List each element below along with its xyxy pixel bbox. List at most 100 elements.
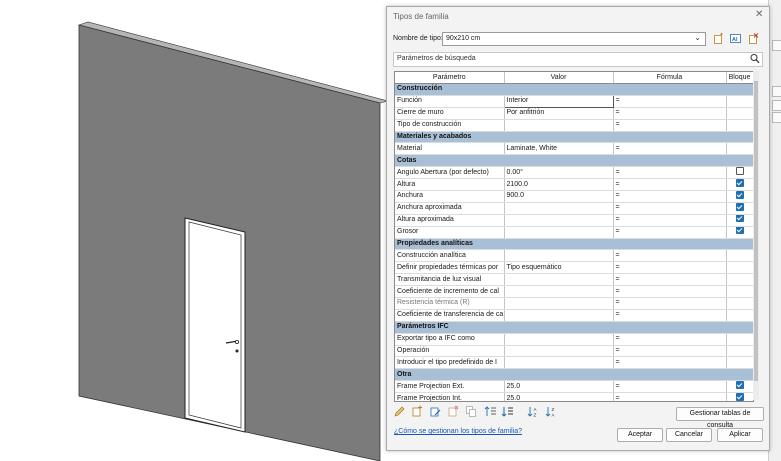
parameter-value-cell[interactable]: 2100.0 [504, 178, 614, 192]
rename-type-icon[interactable]: AI [730, 33, 741, 44]
column-header-formula[interactable]: Fórmula [613, 72, 727, 84]
new-type-icon[interactable] [713, 33, 724, 44]
table-scrollbar[interactable] [753, 71, 759, 400]
parameter-row[interactable]: Angulo Abertura (por defecto) 0.00° = [395, 166, 753, 180]
parameter-value-cell[interactable]: 0.00° [504, 166, 614, 180]
group-header-row[interactable]: Cotas [395, 154, 753, 168]
parameter-value-cell[interactable]: 25.0 [504, 380, 614, 394]
lock-checkbox[interactable] [735, 226, 744, 235]
parameter-value-cell[interactable] [504, 273, 614, 287]
side-tool-icon[interactable] [772, 40, 781, 51]
search-icon[interactable] [772, 86, 781, 97]
parameter-formula-cell[interactable]: = [613, 297, 727, 310]
parameter-formula-cell[interactable]: = [613, 380, 727, 394]
parameter-value-cell[interactable] [504, 285, 614, 299]
parameter-row[interactable]: Operación = [395, 345, 753, 358]
parameter-row[interactable]: Construcción analítica = [395, 249, 753, 263]
side-tool-icon[interactable] [772, 100, 781, 111]
parameter-formula-cell[interactable]: = [613, 142, 727, 156]
move-up-icon[interactable] [484, 405, 497, 418]
group-header-row[interactable]: Propiedades analíticas [395, 238, 753, 251]
parameter-row[interactable]: Introducir el tipo predefinido de I = [395, 356, 753, 370]
parameter-formula-cell[interactable]: = [613, 119, 727, 132]
parameter-value-cell[interactable] [504, 119, 614, 132]
parameter-row[interactable]: Función Interior = [395, 94, 753, 108]
parameter-row[interactable]: Coeficiente de transferencia de ca = [395, 309, 753, 322]
parameter-formula-cell[interactable]: = [613, 333, 727, 346]
lock-checkbox[interactable] [735, 178, 744, 187]
parameter-value-cell[interactable] [504, 202, 614, 215]
parameter-formula-cell[interactable]: = [613, 249, 727, 263]
parameter-row[interactable]: Altura 2100.0 = [395, 178, 753, 192]
parameter-formula-cell[interactable]: = [613, 178, 727, 192]
parameter-row[interactable]: Coeficiente de incremento de cal = [395, 285, 753, 299]
parameter-value-cell[interactable] [504, 356, 614, 370]
parameter-row[interactable]: Tipo de construcción = [395, 119, 753, 132]
parameter-value-cell[interactable] [504, 333, 614, 346]
group-header-row[interactable]: Construcción [395, 83, 753, 96]
parameter-value-cell[interactable] [504, 214, 614, 227]
parameter-formula-cell[interactable]: = [613, 392, 727, 401]
parameter-row[interactable]: Grosor = [395, 226, 753, 239]
parameter-formula-cell[interactable]: = [613, 285, 727, 299]
parameter-row[interactable]: Material Laminate, White = [395, 142, 753, 156]
parameter-formula-cell[interactable]: = [613, 226, 727, 239]
parameter-row[interactable]: Exportar tipo a IFC como = [395, 333, 753, 346]
parameter-formula-cell[interactable]: = [613, 202, 727, 215]
edit-parameter-icon[interactable] [429, 405, 442, 418]
search-input[interactable]: Parámetros de búsqueda [393, 52, 763, 67]
lock-checkbox[interactable] [735, 166, 744, 175]
parameter-value-cell[interactable]: Laminate, White [504, 142, 614, 156]
cancel-button[interactable]: Cancelar [666, 428, 712, 442]
parameter-value-cell[interactable]: Tipo esquemático [504, 261, 614, 275]
group-header-row[interactable]: Materiales y acabados [395, 131, 753, 144]
parameter-row[interactable]: Frame Projection Ext. 25.0 = [395, 380, 753, 394]
parameter-row[interactable]: Definir propiedades térmicas por Tipo esq… [395, 261, 753, 275]
move-down-icon[interactable] [501, 405, 514, 418]
help-link[interactable]: ¿Cómo se gestionan los tipos de familia? [394, 428, 522, 435]
model-viewport[interactable] [0, 0, 390, 461]
parameter-value-cell[interactable] [504, 345, 614, 358]
pencil-icon[interactable] [393, 405, 406, 418]
close-icon[interactable]: ✕ [755, 9, 763, 20]
parameter-value-cell[interactable] [504, 297, 614, 310]
copy-parameter-icon[interactable] [465, 405, 478, 418]
new-parameter-icon[interactable] [411, 405, 424, 418]
sort-ascending-icon[interactable]: A Z [527, 405, 540, 418]
parameter-formula-cell[interactable]: = [613, 261, 727, 275]
lock-checkbox[interactable] [735, 392, 744, 401]
parameter-formula-cell[interactable]: = [613, 309, 727, 322]
parameter-row[interactable]: Transmitancia de luz visual = [395, 273, 753, 287]
parameter-formula-cell[interactable]: = [613, 356, 727, 370]
parameter-row[interactable]: Anchura aproximada = [395, 202, 753, 215]
type-name-select[interactable]: 90x210 cm ⌄ [442, 32, 706, 46]
search-icon[interactable] [750, 53, 760, 64]
side-tool-icon[interactable] [772, 112, 781, 123]
manage-lookup-tables-button[interactable]: Gestionar tablas de consulta [676, 407, 764, 429]
column-header-value[interactable]: Valor [504, 72, 614, 84]
parameter-formula-cell[interactable]: = [613, 273, 727, 287]
delete-parameter-icon[interactable] [447, 405, 460, 418]
parameter-row[interactable]: Anchura 900.0 = [395, 190, 753, 203]
parameter-value-cell[interactable]: Interior [503, 94, 614, 108]
parameter-formula-cell[interactable]: = [613, 95, 727, 108]
parameter-formula-cell[interactable]: = [613, 107, 727, 120]
parameter-formula-cell[interactable]: = [613, 345, 727, 358]
lock-checkbox[interactable] [735, 202, 744, 211]
parameter-value-cell[interactable]: 900.0 [504, 190, 614, 203]
delete-type-icon[interactable] [748, 33, 759, 44]
parameter-row[interactable]: Resistencia térmica (R) = [395, 297, 753, 310]
accept-button[interactable]: Aceptar [617, 428, 663, 442]
parameter-formula-cell[interactable]: = [613, 190, 727, 203]
column-header-parameter[interactable]: Parámetro [395, 72, 505, 84]
parameter-row[interactable]: Altura aproximada = [395, 214, 753, 227]
lock-checkbox[interactable] [735, 190, 744, 199]
group-header-row[interactable]: Parámetros IFC [395, 321, 753, 334]
group-header-row[interactable]: Otra [395, 368, 753, 382]
column-header-lock[interactable]: Bloque [726, 72, 753, 84]
parameter-value-cell[interactable] [504, 309, 614, 322]
parameter-row[interactable]: Frame Projection Int. 25.0 = [395, 392, 753, 401]
parameter-value-cell[interactable]: Por anfitrión [504, 107, 614, 120]
apply-button[interactable]: Aplicar [717, 428, 763, 442]
scrollbar-thumb[interactable] [754, 81, 758, 381]
